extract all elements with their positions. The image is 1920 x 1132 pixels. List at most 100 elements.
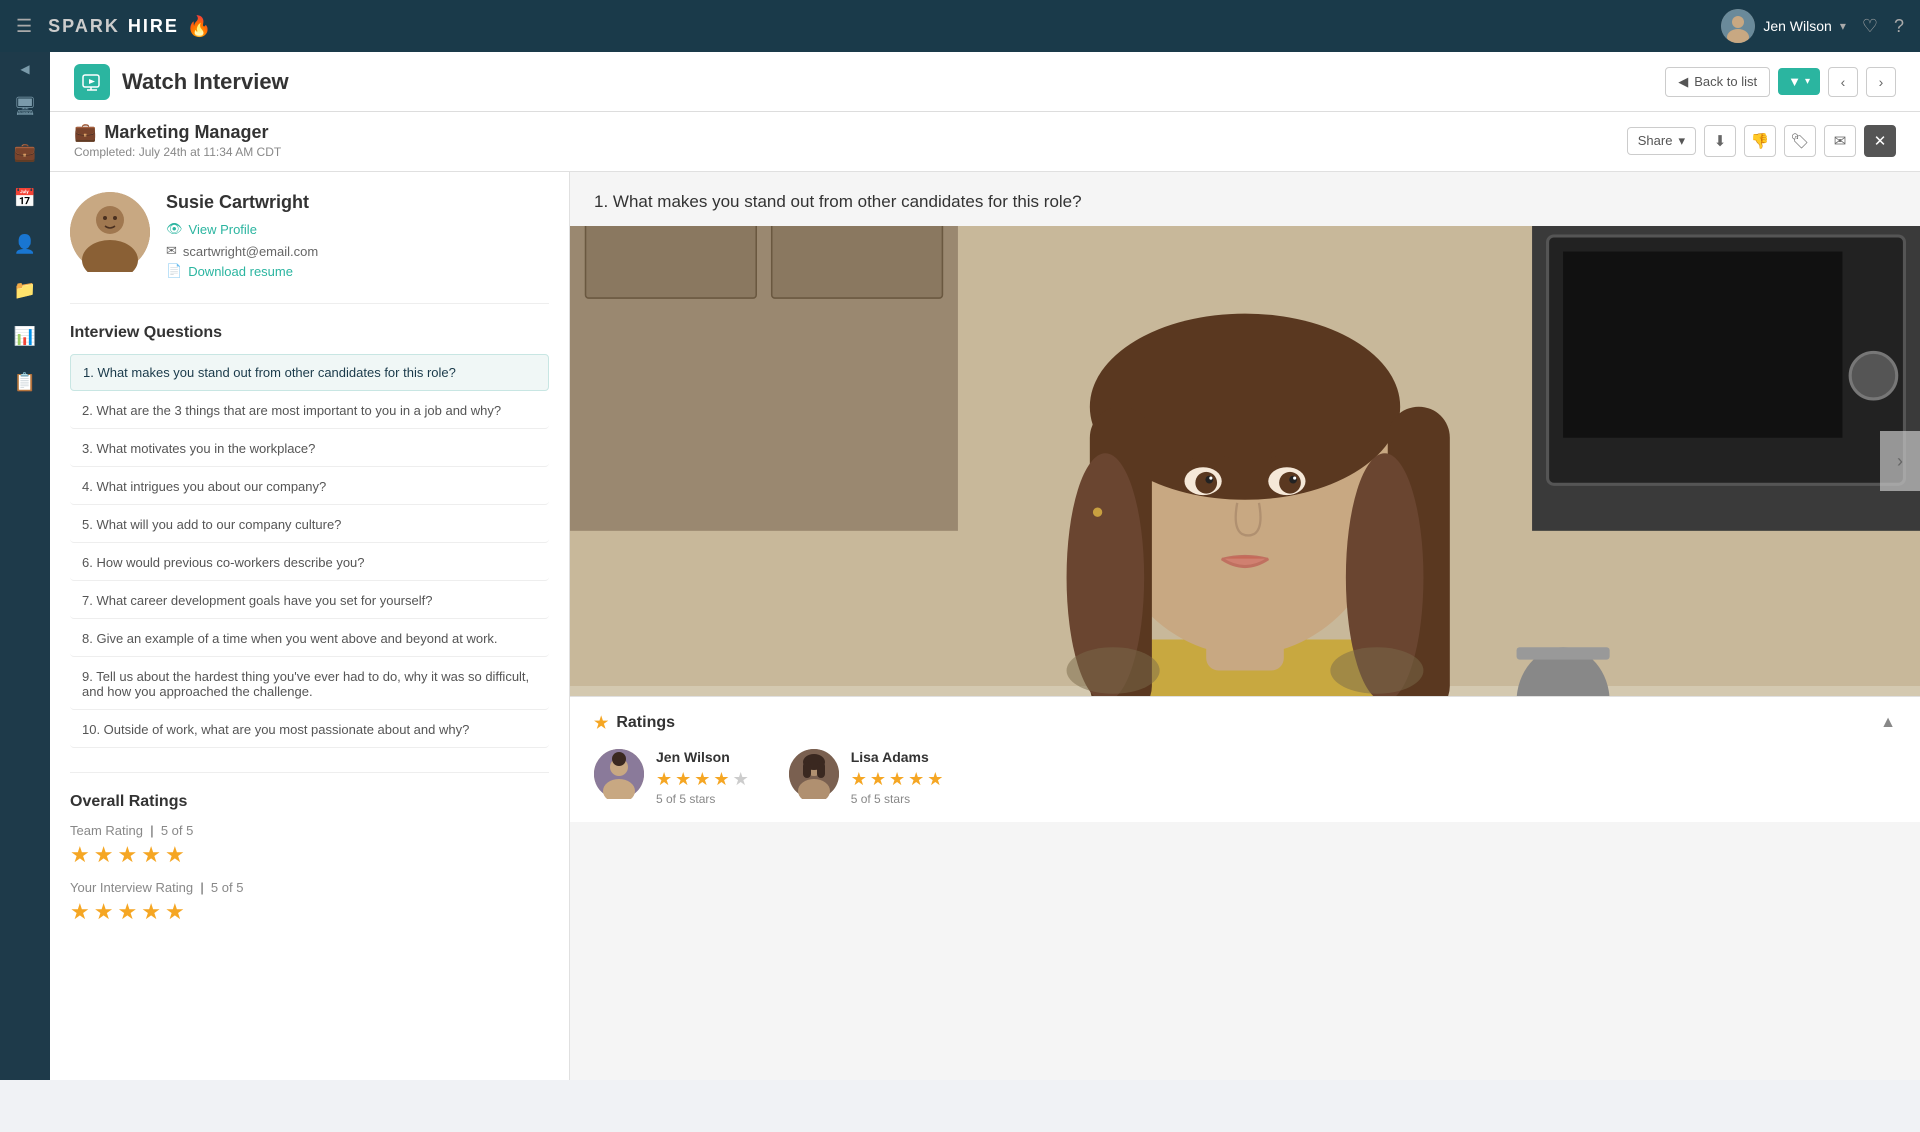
- questions-section-title: Interview Questions: [70, 324, 549, 342]
- jen-star-1: ★: [656, 769, 672, 790]
- jen-star-2: ★: [675, 769, 691, 790]
- prev-interview-button[interactable]: ‹: [1828, 67, 1858, 97]
- team-rating-score: 5 of 5: [161, 823, 194, 838]
- ratings-header: ★ Ratings ▲: [594, 713, 1896, 733]
- overall-ratings-section: Overall Ratings Team Rating | 5 of 5 ★ ★…: [70, 772, 549, 925]
- next-interview-button[interactable]: ›: [1866, 67, 1896, 97]
- questions-list: 1. What makes you stand out from other c…: [70, 354, 549, 748]
- team-star-2: ★: [94, 842, 114, 868]
- sidebar-item-jobs[interactable]: 💼: [5, 132, 45, 172]
- share-label: Share: [1638, 133, 1673, 148]
- right-panel: 1. What makes you stand out from other c…: [570, 172, 1920, 1080]
- candidate-email: ✉ scartwright@email.com: [166, 243, 318, 259]
- eye-icon: 👁: [166, 221, 183, 237]
- job-title-text: Marketing Manager: [104, 122, 268, 143]
- thumbs-down-button[interactable]: 👎: [1744, 125, 1776, 157]
- message-icon: ✉: [1834, 132, 1847, 150]
- jen-star-5: ★: [733, 769, 749, 790]
- sidebar-item-candidates[interactable]: 👤: [5, 224, 45, 264]
- question-item-1[interactable]: 1. What makes you stand out from other c…: [70, 354, 549, 391]
- logo-spark-text: SPARK: [48, 16, 120, 37]
- sidebar-item-reports[interactable]: 📊: [5, 316, 45, 356]
- filter-funnel-icon: ▼: [1788, 74, 1801, 89]
- main-container: Watch Interview ◀ Back to list ▼ ▾ ‹ › 💼…: [50, 52, 1920, 1080]
- question-item-6[interactable]: 6. How would previous co-workers describ…: [70, 545, 549, 581]
- jen-star-4: ★: [713, 769, 729, 790]
- heart-icon[interactable]: ♡: [1862, 16, 1878, 37]
- question-item-10[interactable]: 10. Outside of work, what are you most p…: [70, 712, 549, 748]
- page-header-left: Watch Interview: [74, 64, 289, 100]
- back-to-list-label: Back to list: [1694, 74, 1757, 89]
- team-rating-label: Team Rating | 5 of 5: [70, 823, 549, 838]
- sidebar-collapse-arrow[interactable]: ◀: [20, 62, 29, 76]
- filter-button[interactable]: ▼ ▾: [1778, 68, 1820, 95]
- nav-left: ☰ SPARK HIRE 🔥: [16, 14, 212, 39]
- rater-info-lisa: Lisa Adams ★ ★ ★ ★ ★ 5 of 5 stars: [851, 749, 944, 806]
- share-chevron: ▾: [1678, 133, 1685, 149]
- back-to-list-button[interactable]: ◀ Back to list: [1665, 67, 1770, 97]
- rater-avatar-jen: [594, 749, 644, 799]
- sub-header: 💼 Marketing Manager Completed: July 24th…: [50, 112, 1920, 172]
- logo: SPARK HIRE 🔥: [48, 14, 212, 39]
- video-next-button[interactable]: ›: [1880, 431, 1920, 491]
- ratings-collapse-button[interactable]: ▲: [1880, 714, 1896, 732]
- rater-name-jen: Jen Wilson: [656, 749, 749, 765]
- sub-header-left: 💼 Marketing Manager Completed: July 24th…: [74, 122, 281, 159]
- email-icon: ✉: [166, 243, 177, 259]
- close-button[interactable]: ✕: [1864, 125, 1896, 157]
- resume-text: Download resume: [188, 264, 293, 279]
- page-header-right: ◀ Back to list ▼ ▾ ‹ ›: [1665, 67, 1896, 97]
- candidate-resume[interactable]: 📄 Download resume: [166, 263, 318, 279]
- lisa-star-1: ★: [851, 769, 867, 790]
- sidebar-item-calendar[interactable]: 📅: [5, 178, 45, 218]
- video-container: ‹: [570, 226, 1920, 696]
- rater-stars-lisa: ★ ★ ★ ★ ★: [851, 769, 944, 790]
- jen-star-count: 5 of 5 stars: [656, 792, 749, 806]
- question-item-4[interactable]: 4. What intrigues you about our company?: [70, 469, 549, 505]
- question-item-2[interactable]: 2. What are the 3 things that are most i…: [70, 393, 549, 429]
- sidebar-item-dashboard[interactable]: 🖥: [5, 86, 45, 126]
- back-arrow-icon: ◀: [1678, 74, 1688, 90]
- team-star-5: ★: [165, 842, 185, 868]
- download-button[interactable]: ⬇: [1704, 125, 1736, 157]
- sidebar-item-reviews[interactable]: 📋: [5, 362, 45, 402]
- question-item-7[interactable]: 7. What career development goals have yo…: [70, 583, 549, 619]
- message-button[interactable]: ✉: [1824, 125, 1856, 157]
- left-sidebar: ◀ 🖥 💼 📅 👤 📁 📊 📋: [0, 52, 50, 1080]
- question-item-8[interactable]: 8. Give an example of a time when you we…: [70, 621, 549, 657]
- your-star-2: ★: [94, 899, 114, 925]
- your-star-4: ★: [141, 899, 161, 925]
- rater-card-lisa: Lisa Adams ★ ★ ★ ★ ★ 5 of 5 stars: [789, 749, 944, 806]
- page-icon: [74, 64, 110, 100]
- share-button[interactable]: Share ▾: [1627, 127, 1696, 155]
- ratings-section-title: Overall Ratings: [70, 793, 549, 811]
- flame-icon: 🔥: [187, 14, 212, 39]
- thumbs-down-icon: 👎: [1751, 132, 1770, 150]
- download-icon: ⬇: [1714, 132, 1727, 150]
- help-icon[interactable]: ?: [1894, 16, 1904, 37]
- your-rating-label: Your Interview Rating | 5 of 5: [70, 880, 549, 895]
- view-profile-link[interactable]: 👁 View Profile: [166, 221, 318, 237]
- question-item-9[interactable]: 9. Tell us about the hardest thing you'v…: [70, 659, 549, 710]
- lisa-star-count: 5 of 5 stars: [851, 792, 944, 806]
- lisa-star-2: ★: [870, 769, 886, 790]
- ratings-below: ★ Ratings ▲: [570, 696, 1920, 822]
- content-area: Susie Cartwright 👁 View Profile ✉ scartw…: [50, 172, 1920, 1080]
- rater-avatar-lisa: [789, 749, 839, 799]
- user-menu[interactable]: Jen Wilson ▾: [1721, 9, 1846, 43]
- view-profile-text: View Profile: [189, 222, 257, 237]
- nav-right: Jen Wilson ▾ ♡ ?: [1721, 9, 1904, 43]
- page-title: Watch Interview: [122, 69, 289, 95]
- question-item-5[interactable]: 5. What will you add to our company cult…: [70, 507, 549, 543]
- video-question-header: 1. What makes you stand out from other c…: [570, 172, 1920, 226]
- team-star-4: ★: [141, 842, 161, 868]
- tag-button[interactable]: 🏷: [1784, 125, 1816, 157]
- ratings-title-text: Ratings: [616, 714, 675, 732]
- your-star-5: ★: [165, 899, 185, 925]
- top-navigation: ☰ SPARK HIRE 🔥 Jen Wilson ▾ ♡ ?: [0, 0, 1920, 52]
- question-item-3[interactable]: 3. What motivates you in the workplace?: [70, 431, 549, 467]
- sidebar-item-files[interactable]: 📁: [5, 270, 45, 310]
- hamburger-menu[interactable]: ☰: [16, 16, 32, 37]
- team-rating-stars: ★ ★ ★ ★ ★: [70, 842, 549, 868]
- candidate-name: Susie Cartwright: [166, 192, 318, 213]
